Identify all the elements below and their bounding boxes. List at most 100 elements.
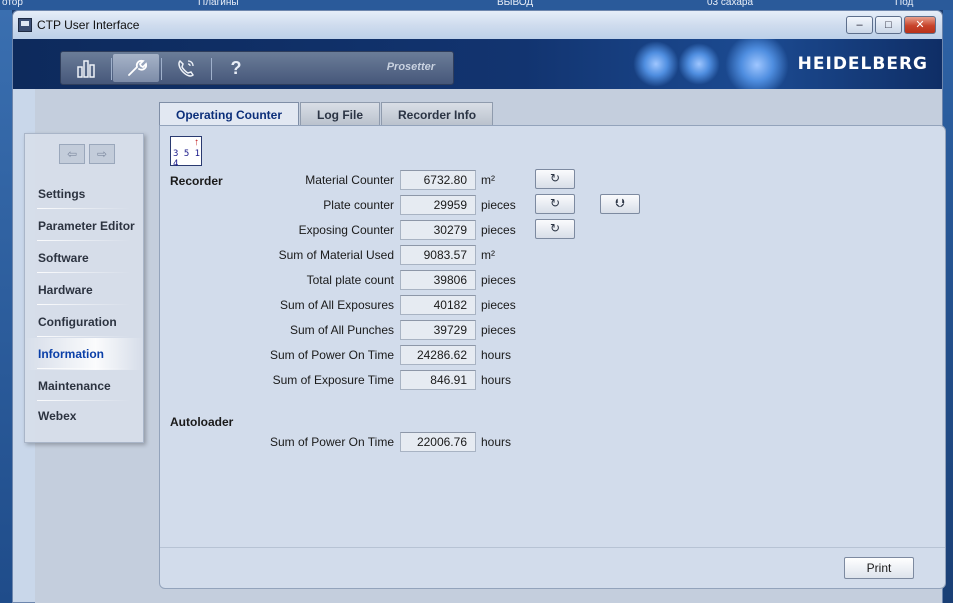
nav-item-parameter-editor[interactable]: Parameter Editor (25, 210, 143, 242)
nav-list: Settings Parameter Editor Software Hardw… (25, 178, 143, 430)
help-button[interactable]: ? (213, 54, 259, 82)
header-glow (678, 43, 720, 85)
counter-icon: ↑ 3 5 1 4 (170, 136, 202, 169)
tools-button[interactable] (113, 54, 159, 82)
row-unit: m² (481, 248, 495, 262)
desktop-strip: отор Плагины ВЫВОД 03 сахара Под (0, 0, 953, 10)
row-label: Sum of Power On Time (269, 348, 394, 362)
nav-item-configuration[interactable]: Configuration (25, 306, 143, 338)
operating-counter-panel: ↑ 3 5 1 4 Recorder Material Counter 6732… (159, 125, 946, 589)
desktop-left-edge (0, 10, 12, 603)
row-label: Exposing Counter (298, 223, 394, 237)
counter-row: Plate counter 29959 pieces ↻ ⮋ (160, 194, 760, 215)
nav-item-information[interactable]: Information (25, 338, 143, 370)
status-button[interactable] (63, 54, 109, 82)
toolbar-separator (111, 58, 112, 80)
row-label: Plate counter (323, 198, 394, 212)
row-label: Sum of Power On Time (269, 435, 394, 449)
tab-recorder-info[interactable]: Recorder Info (381, 102, 494, 126)
row-unit: pieces (481, 273, 516, 287)
reset-material-counter-button[interactable]: ↻ (535, 169, 575, 189)
tab-operating-counter[interactable]: Operating Counter (159, 102, 300, 127)
toolbar-separator (161, 58, 162, 80)
counter-digits: 3 5 1 4 (173, 149, 201, 169)
row-value: 24286.62 (400, 345, 476, 365)
row-label: Sum of Exposure Time (272, 373, 394, 387)
nav-item-maintenance[interactable]: Maintenance (25, 370, 143, 402)
device-label: Prosetter (386, 61, 435, 73)
toolbar-separator (211, 58, 212, 80)
reset-icon: ↻ (549, 196, 561, 210)
row-value: 22006.76 (400, 432, 476, 452)
autoloader-heading: Autoloader (170, 415, 234, 429)
window-controls: – □ ✕ (846, 16, 936, 34)
print-button[interactable]: Print (844, 557, 914, 579)
heidelberg-logo: HEIDELBERG (797, 54, 928, 74)
row-unit: pieces (481, 198, 516, 212)
desktop-item: отор (2, 0, 23, 8)
row-value: 6732.80 (400, 170, 476, 190)
row-value: 9083.57 (400, 245, 476, 265)
row-unit: pieces (481, 223, 516, 237)
close-button[interactable]: ✕ (904, 16, 936, 34)
header-glow (725, 39, 789, 89)
counter-row: Exposing Counter 30279 pieces ↻ (160, 219, 760, 240)
nav-item-software[interactable]: Software (25, 242, 143, 274)
app-window: CTP User Interface – □ ✕ HEIDELBERG ? Pr… (12, 10, 946, 603)
plate-counter-extra-button[interactable]: ⮋ (600, 194, 640, 214)
row-value: 39729 (400, 320, 476, 340)
row-unit: hours (481, 373, 512, 387)
row-label: Sum of Material Used (278, 248, 394, 262)
desktop-item: 03 сахара (707, 0, 754, 8)
nav-item-webex[interactable]: Webex (25, 402, 143, 430)
counter-row: Sum of Power On Time 22006.76 hours (160, 432, 760, 452)
side-navigation: ⇦ ⇨ Settings Parameter Editor Software H… (24, 133, 144, 443)
row-unit: pieces (481, 298, 516, 312)
row-value: 30279 (400, 220, 476, 240)
app-icon (18, 18, 32, 32)
maximize-button[interactable]: □ (875, 16, 902, 34)
reset-plate-counter-button[interactable]: ↻ (535, 194, 575, 214)
minimize-button[interactable]: – (846, 16, 873, 34)
download-icon: ⮋ (615, 196, 625, 210)
counter-row: Sum of All Punches 39729 pieces (160, 320, 760, 340)
row-value: 40182 (400, 295, 476, 315)
row-unit: hours (481, 348, 512, 362)
window-title: CTP User Interface (37, 18, 140, 32)
reset-exposing-counter-button[interactable]: ↻ (535, 219, 575, 239)
title-bar[interactable]: CTP User Interface – □ ✕ (13, 11, 942, 39)
panel-content: ↑ 3 5 1 4 Recorder Material Counter 6732… (160, 126, 945, 588)
counter-row: Sum of Material Used 9083.57 m² (160, 245, 760, 265)
nav-item-hardware[interactable]: Hardware (25, 274, 143, 306)
row-label: Material Counter (305, 173, 394, 187)
tab-bar: Operating Counter Log File Recorder Info (159, 102, 494, 127)
history-arrows: ⇦ ⇨ (59, 144, 115, 164)
counter-row: Sum of Exposure Time 846.91 hours (160, 370, 760, 390)
desktop-item: ВЫВОД (497, 0, 534, 8)
service-button[interactable] (163, 54, 209, 82)
back-arrow-icon[interactable]: ⇦ (59, 144, 85, 164)
row-value: 846.91 (400, 370, 476, 390)
row-value: 39806 (400, 270, 476, 290)
reset-icon: ↻ (549, 221, 561, 235)
nav-item-settings[interactable]: Settings (25, 178, 143, 210)
row-label: Total plate count (306, 273, 394, 287)
desktop-item: Плагины (198, 0, 239, 8)
tab-log-file[interactable]: Log File (300, 102, 381, 126)
row-label: Sum of All Exposures (279, 298, 394, 312)
row-value: 29959 (400, 195, 476, 215)
up-arrow-icon: ↑ (194, 137, 199, 148)
header-glow (633, 41, 679, 87)
help-icon: ? (230, 58, 242, 78)
counter-row: Material Counter 6732.80 m² ↻ (160, 169, 760, 190)
desktop-item: Под (895, 0, 914, 8)
row-label: Sum of All Punches (289, 323, 394, 337)
counter-row: Sum of Power On Time 24286.62 hours (160, 345, 760, 365)
bar-chart-icon (77, 60, 95, 78)
row-unit: m² (481, 173, 495, 187)
forward-arrow-icon[interactable]: ⇨ (89, 144, 115, 164)
reset-icon: ↻ (549, 171, 561, 185)
panel-divider (160, 547, 945, 548)
phone-icon (178, 59, 194, 77)
row-unit: pieces (481, 323, 516, 337)
